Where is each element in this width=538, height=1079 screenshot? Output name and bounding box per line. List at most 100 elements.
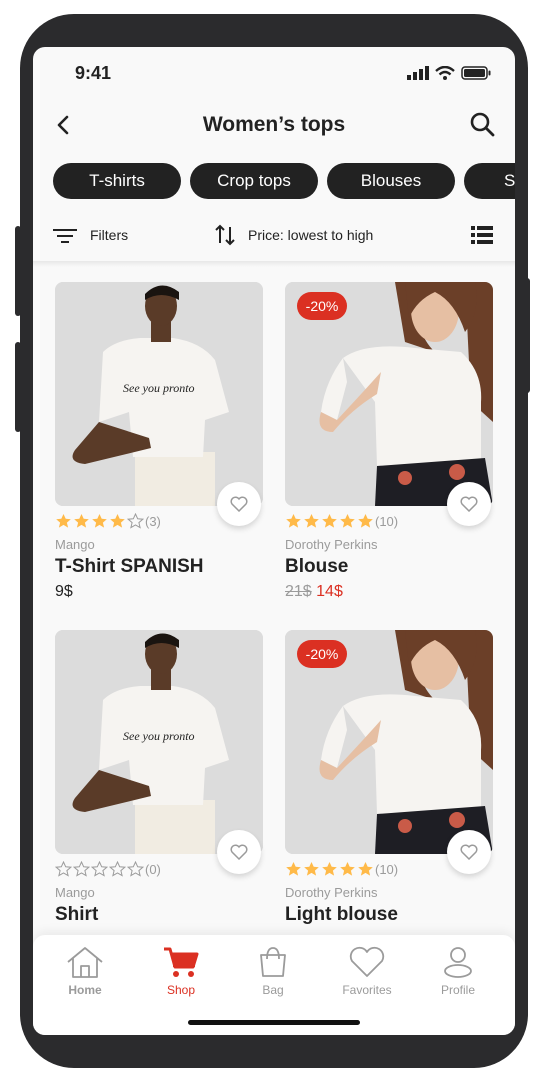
rating-stars: (0) — [55, 861, 161, 877]
heart-outline-icon — [230, 496, 248, 512]
wifi-icon — [435, 66, 455, 80]
rating-stars: (10) — [285, 861, 398, 877]
product-brand: Dorothy Perkins — [285, 885, 378, 900]
home-icon — [67, 947, 103, 978]
tab-shop[interactable]: Shop — [141, 945, 221, 997]
filter-sort-toolbar: Filters Price: lowest to high — [53, 217, 493, 255]
old-price: 21$ — [285, 583, 312, 600]
top-app-bar: Women’s tops — [33, 97, 515, 153]
product-card[interactable]: -20% (10) Dorothy Perkins Light blouse — [285, 630, 493, 925]
star-filled-icon — [322, 862, 337, 876]
heart-outline-icon — [460, 844, 478, 860]
tab-bag-label: Bag — [262, 983, 284, 997]
power-button — [524, 278, 530, 393]
star-empty-icon — [109, 861, 126, 877]
product-brand: Mango — [55, 885, 95, 900]
heart-icon — [349, 946, 385, 977]
model-tshirt-image: See you pronto — [55, 282, 263, 506]
sort-button[interactable]: Price: lowest to high — [248, 227, 373, 243]
tab-bag[interactable]: Bag — [233, 945, 313, 997]
sort-icon[interactable] — [215, 223, 235, 247]
chip-t-shirts[interactable]: T-shirts — [53, 163, 181, 199]
cart-icon — [164, 947, 199, 977]
star-filled-icon — [340, 862, 355, 876]
app-screen: 9:41 Women’s tops T-shirts Crop tops Blo… — [33, 47, 515, 1035]
product-card[interactable]: -20% (10) Dorothy Perkins Blouse 21$ 14$ — [285, 282, 493, 600]
profile-icon — [444, 947, 472, 978]
svg-text:See you pronto: See you pronto — [123, 729, 195, 743]
star-filled-icon — [110, 514, 125, 528]
signal-icon — [407, 66, 429, 80]
filters-button[interactable]: Filters — [90, 227, 128, 243]
favorite-button[interactable] — [447, 830, 491, 874]
star-filled-icon — [286, 514, 301, 528]
star-filled-icon — [56, 514, 71, 528]
product-brand: Dorothy Perkins — [285, 537, 378, 552]
status-time: 9:41 — [75, 63, 112, 83]
filter-icon[interactable] — [53, 227, 77, 245]
product-name: Shirt — [55, 904, 99, 925]
star-filled-icon — [358, 514, 373, 528]
product-name: Light blouse — [285, 904, 398, 925]
battery-icon — [461, 66, 491, 80]
product-price: 9$ — [55, 583, 73, 600]
product-card[interactable]: See you pronto (3) Mango T-Shirt SPANISH… — [55, 282, 263, 600]
review-count: (10) — [375, 513, 399, 529]
star-filled-icon — [322, 514, 337, 528]
favorite-button[interactable] — [217, 482, 261, 526]
chip-partial[interactable]: S — [464, 163, 515, 199]
svg-text:See you pronto: See you pronto — [123, 381, 195, 395]
status-bar: 9:41 — [33, 47, 515, 97]
star-filled-icon — [358, 862, 373, 876]
star-filled-icon — [74, 514, 89, 528]
review-count: (0) — [145, 861, 161, 877]
tab-shop-label: Shop — [166, 983, 196, 997]
search-icon[interactable] — [469, 111, 497, 139]
chip-blouses[interactable]: Blouses — [327, 163, 455, 199]
product-image: -20% — [285, 630, 493, 854]
star-empty-icon — [91, 861, 108, 877]
model-tshirt-image: See you pronto — [55, 630, 263, 854]
favorite-button[interactable] — [447, 482, 491, 526]
review-count: (3) — [145, 513, 161, 529]
chip-crop-tops[interactable]: Crop tops — [190, 163, 318, 199]
category-chips: T-shirts Crop tops Blouses S — [53, 163, 515, 199]
tab-home[interactable]: Home — [45, 945, 125, 997]
discount-badge: -20% — [297, 292, 347, 320]
volume-down-button — [15, 342, 21, 432]
favorite-button[interactable] — [217, 830, 261, 874]
toolbar-divider — [33, 261, 515, 267]
product-brand: Mango — [55, 537, 95, 552]
rating-stars: (3) — [55, 513, 161, 529]
discount-badge: -20% — [297, 640, 347, 668]
home-indicator — [188, 1020, 360, 1025]
heart-outline-icon — [460, 496, 478, 512]
product-image: See you pronto — [55, 282, 263, 506]
tab-profile[interactable]: Profile — [418, 945, 498, 997]
page-title: Women’s tops — [202, 113, 346, 136]
product-image: See you pronto — [55, 630, 263, 854]
product-name: T-Shirt SPANISH — [55, 556, 204, 577]
rating-stars: (10) — [285, 513, 398, 529]
product-card[interactable]: See you pronto (0) Mango Shirt — [55, 630, 263, 925]
bottom-tab-bar: Home Shop Bag Favorites Profile — [33, 935, 515, 1035]
star-filled-icon — [286, 862, 301, 876]
bag-icon — [260, 947, 286, 977]
star-filled-icon — [304, 862, 319, 876]
tab-profile-label: Profile — [440, 983, 475, 997]
product-image: -20% — [285, 282, 493, 506]
product-name: Blouse — [285, 556, 349, 577]
tab-home-label: Home — [68, 983, 102, 997]
heart-outline-icon — [230, 844, 248, 860]
star-filled-icon — [340, 514, 355, 528]
star-empty-icon — [55, 861, 72, 877]
tab-favorites[interactable]: Favorites — [327, 945, 407, 997]
tab-favorites-label: Favorites — [342, 983, 392, 997]
list-view-icon[interactable] — [471, 225, 493, 245]
volume-up-button — [15, 226, 21, 316]
review-count: (10) — [375, 861, 399, 877]
star-empty-icon — [127, 513, 144, 529]
sale-price: 14$ — [316, 583, 343, 600]
star-empty-icon — [127, 861, 144, 877]
star-filled-icon — [92, 514, 107, 528]
